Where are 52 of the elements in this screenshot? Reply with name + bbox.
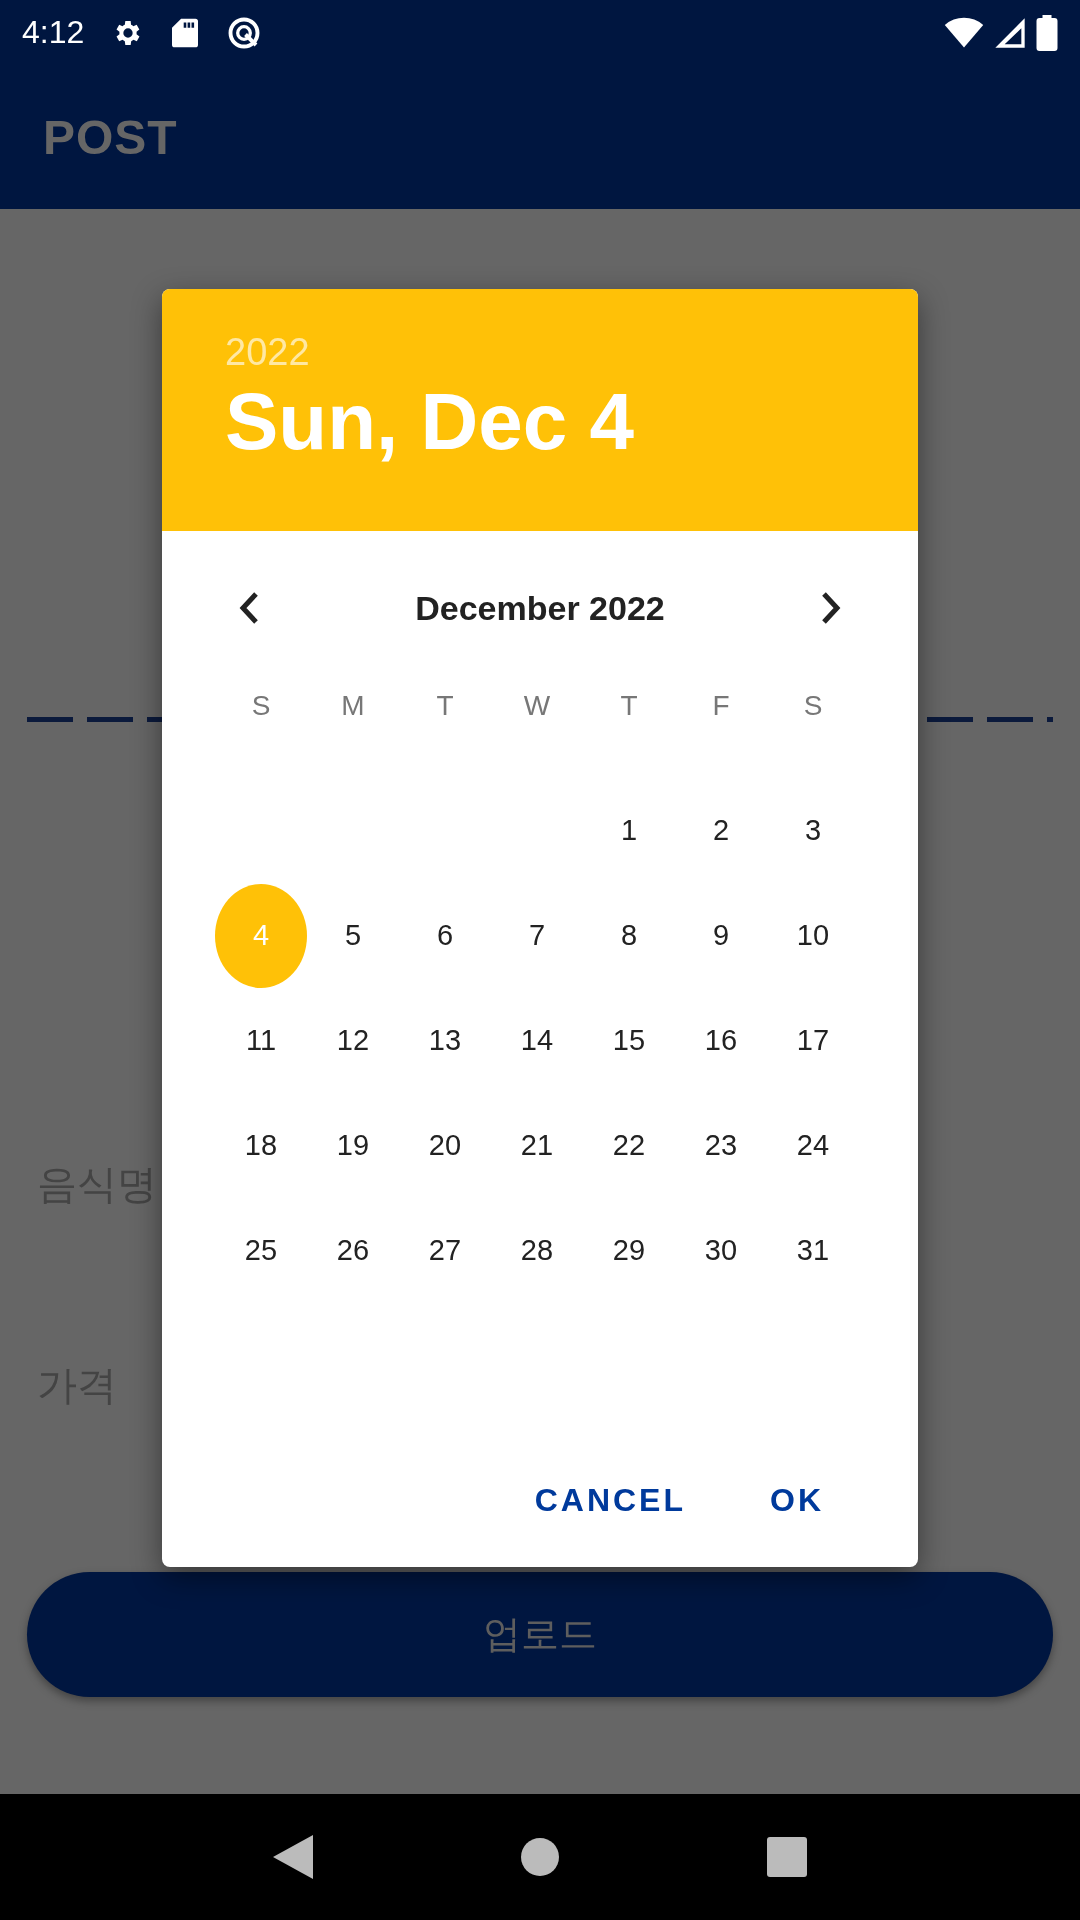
- calendar-day[interactable]: 27: [399, 1198, 491, 1303]
- calendar-day[interactable]: 1: [583, 778, 675, 883]
- calendar-day[interactable]: 16: [675, 988, 767, 1093]
- calendar-day[interactable]: 3: [767, 778, 859, 883]
- weekday-label: S: [250, 689, 272, 723]
- calendar-day[interactable]: 30: [675, 1198, 767, 1303]
- chevron-left-icon[interactable]: [238, 591, 260, 625]
- calendar-day[interactable]: 15: [583, 988, 675, 1093]
- weekday-label: F: [711, 689, 731, 723]
- calendar-day[interactable]: 5: [307, 883, 399, 988]
- calendar-day[interactable]: 8: [583, 883, 675, 988]
- weekday-label: S: [802, 689, 824, 723]
- sd-card-icon: [172, 16, 199, 49]
- cancel-button[interactable]: CANCEL: [510, 1466, 710, 1535]
- ok-button[interactable]: OK: [746, 1466, 848, 1535]
- calendar-day[interactable]: 29: [583, 1198, 675, 1303]
- home-icon[interactable]: [520, 1837, 560, 1877]
- calendar-day[interactable]: 23: [675, 1093, 767, 1198]
- calendar-day[interactable]: 12: [307, 988, 399, 1093]
- weekday-label: W: [522, 689, 552, 723]
- calendar-day[interactable]: 18: [215, 1093, 307, 1198]
- recents-icon[interactable]: [766, 1837, 807, 1877]
- calendar-day[interactable]: 14: [491, 988, 583, 1093]
- calendar-day[interactable]: 7: [491, 883, 583, 988]
- calendar-day[interactable]: 13: [399, 988, 491, 1093]
- calendar-day[interactable]: 6: [399, 883, 491, 988]
- weekday-label: M: [340, 689, 366, 723]
- signal-icon: [994, 16, 1026, 49]
- selected-date: Sun, Dec 4: [225, 376, 635, 468]
- calendar-day[interactable]: 17: [767, 988, 859, 1093]
- back-icon[interactable]: [273, 1835, 314, 1879]
- chevron-right-icon[interactable]: [820, 591, 842, 625]
- calendar-day[interactable]: 19: [307, 1093, 399, 1198]
- clock-time: 4:12: [22, 14, 85, 51]
- calendar-day[interactable]: 20: [399, 1093, 491, 1198]
- month-title: December 2022: [415, 588, 665, 628]
- battery-icon: [1036, 14, 1058, 51]
- calendar-day[interactable]: 31: [767, 1198, 859, 1303]
- weekday-label: T: [619, 689, 639, 723]
- weekday-label: T: [435, 689, 455, 723]
- calendar-day[interactable]: 9: [675, 883, 767, 988]
- wifi-icon: [944, 16, 984, 49]
- calendar-day[interactable]: 21: [491, 1093, 583, 1198]
- calendar-day[interactable]: 22: [583, 1093, 675, 1198]
- calendar-day[interactable]: 26: [307, 1198, 399, 1303]
- calendar-day[interactable]: 11: [215, 988, 307, 1093]
- calendar-day[interactable]: 10: [767, 883, 859, 988]
- app-title: POST: [43, 109, 178, 165]
- calendar-day[interactable]: 24: [767, 1093, 859, 1198]
- calendar-day[interactable]: 2: [675, 778, 767, 883]
- calendar-day[interactable]: 25: [215, 1198, 307, 1303]
- calendar-day[interactable]: 28: [491, 1198, 583, 1303]
